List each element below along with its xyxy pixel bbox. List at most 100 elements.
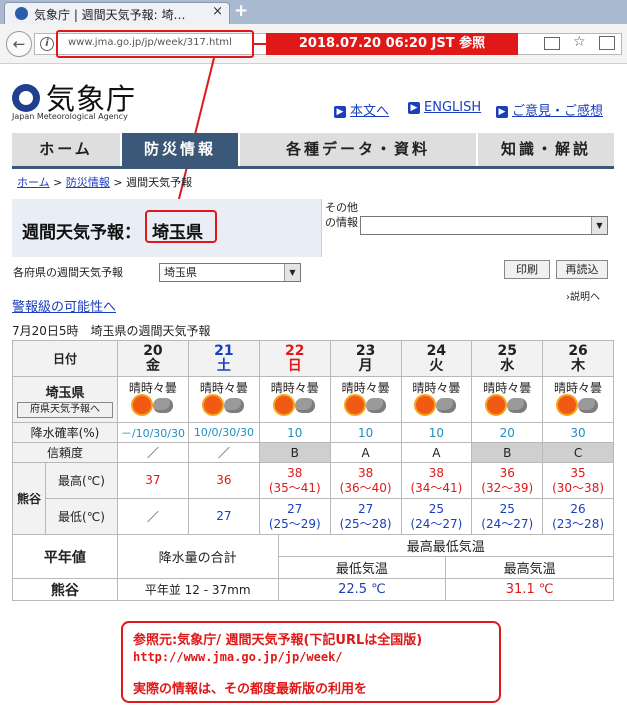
cloud-icon xyxy=(365,397,386,413)
page-title: 週間天気予報： xyxy=(22,223,141,243)
link-english[interactable]: ▶ ENGLISH xyxy=(408,100,481,115)
other-info-label: その他の情報 xyxy=(325,201,358,229)
day-header: 26 木 xyxy=(542,340,614,377)
normals-label: 平年値 xyxy=(12,534,118,579)
min-temp-cell: 25 (24～27) xyxy=(400,498,473,535)
pocket-icon[interactable] xyxy=(599,36,615,50)
breadcrumb: ホーム > 防災情報 > 週間天気予報 xyxy=(17,174,192,190)
print-button[interactable]: 印刷 xyxy=(504,260,550,279)
url-highlight-box xyxy=(56,30,254,58)
weather-cell: 晴時々曇 xyxy=(400,376,473,423)
new-tab-button[interactable]: + xyxy=(234,1,248,21)
reliability-cell: ／ xyxy=(187,442,260,463)
pop-cell: 10 xyxy=(329,422,402,443)
breadcrumb-bousai[interactable]: 防災情報 xyxy=(66,176,110,189)
jma-favicon-icon xyxy=(15,7,28,20)
max-temp-cell: 38 (35～41) xyxy=(258,462,331,499)
sun-icon xyxy=(416,396,435,414)
nav-home[interactable]: ホーム xyxy=(12,133,120,166)
breadcrumb-separator: > xyxy=(109,176,127,189)
arrow-right-icon: ▶ xyxy=(408,102,420,114)
pop-cell: 10 xyxy=(400,422,473,443)
breadcrumb-current: 週間天気予報 xyxy=(126,176,193,189)
link-feedback[interactable]: ▶ ご意見・ご感想 xyxy=(496,100,603,119)
jma-logo-icon[interactable] xyxy=(12,84,40,112)
max-temp-cell: 35 (30～38) xyxy=(542,462,614,499)
reader-view-icon[interactable] xyxy=(544,37,560,50)
reload-button[interactable]: 再読込 xyxy=(556,260,608,279)
pop-cell: 20 xyxy=(471,422,544,443)
reliability-cell: ／ xyxy=(116,442,189,463)
pref-forecast-button[interactable]: 府県天気予報へ xyxy=(16,401,113,418)
precip-header: 降水量の合計 xyxy=(116,534,279,579)
reliability-label: 信頼度 xyxy=(12,442,118,463)
notice-line-3: 実際の情報は、その都度最新版の利用を xyxy=(133,682,368,697)
link-main-content[interactable]: ▶ 本文へ xyxy=(334,100,389,119)
day-header: 20 金 xyxy=(116,340,189,377)
min-temp-normal: 22.5 ℃ xyxy=(277,578,447,601)
tab-title: 気象庁 | 週間天気予報: 埼… xyxy=(34,8,186,22)
max-temp-cell: 36 (32～39) xyxy=(471,462,544,499)
breadcrumb-home[interactable]: ホーム xyxy=(17,176,50,189)
city-label: 熊谷 xyxy=(12,462,46,535)
max-temp-header: 最高気温 xyxy=(445,556,614,579)
reference-date-annotation: 2018.07.20 06:20 JST 参照 xyxy=(266,33,518,55)
sun-icon xyxy=(132,396,151,414)
warning-link[interactable]: 警報級の可能性へ xyxy=(12,296,116,315)
weather-cell: 晴時々曇 xyxy=(329,376,402,423)
tab-close-icon[interactable]: × xyxy=(212,4,223,19)
max-temp-cell: 36 xyxy=(187,462,260,499)
day-header: 21 土 xyxy=(187,340,260,377)
nav-disaster-info[interactable]: 防災情報 xyxy=(122,133,238,166)
breadcrumb-separator: > xyxy=(49,176,66,189)
cloud-icon xyxy=(152,397,173,413)
chevron-down-icon: ▼ xyxy=(591,217,607,234)
min-temp-label: 最低(℃) xyxy=(44,498,118,535)
select-value: 埼玉県 xyxy=(164,266,197,279)
day-header: 25 水 xyxy=(471,340,544,377)
browser-tab[interactable]: 気象庁 | 週間天気予報: 埼… × xyxy=(4,2,230,24)
nav-data[interactable]: 各種データ・資料 xyxy=(240,133,476,166)
weather-cell: 晴時々曇 xyxy=(258,376,331,423)
bookmark-star-icon[interactable]: ☆ xyxy=(573,34,586,50)
pref-select[interactable]: 埼玉県 ▼ xyxy=(159,263,301,282)
weather-cell: 晴時々曇 xyxy=(116,376,189,423)
max-temp-cell: 37 xyxy=(116,462,189,499)
arrow-right-icon: ▶ xyxy=(334,106,346,118)
max-temp-cell: 38 (36～40) xyxy=(329,462,402,499)
notice-url: http://www.jma.go.jp/jp/week/ xyxy=(133,650,343,664)
pop-cell: －/10/30/30 xyxy=(116,422,189,443)
reliability-cell: C xyxy=(542,442,614,463)
logo-english: Japan Meteorological Agency xyxy=(12,112,128,121)
climate-normals-table: 平年値 降水量の合計 最高最低気温 最低気温 最高気温 熊谷 平年並 12 - … xyxy=(12,534,615,601)
link-label: ENGLISH xyxy=(424,100,482,115)
cloud-icon xyxy=(436,397,457,413)
weather-cell: 晴時々曇 xyxy=(542,376,614,423)
pop-cell: 10 xyxy=(258,422,331,443)
nav-underline xyxy=(12,166,614,169)
sun-icon xyxy=(487,396,506,414)
min-temp-cell: 26 (23～28) xyxy=(542,498,614,535)
day-header: 22 日 xyxy=(258,340,331,377)
pop-cell: 10/0/30/30 xyxy=(187,422,260,443)
normals-city: 熊谷 xyxy=(12,578,118,601)
min-temp-cell: 27 (25～28) xyxy=(329,498,402,535)
issued-time: 7月20日5時 埼玉県の週間天気予報 xyxy=(12,324,211,338)
nav-knowledge[interactable]: 知識・解説 xyxy=(478,133,614,166)
sun-icon xyxy=(345,396,364,414)
min-temp-cell: ／ xyxy=(116,498,189,535)
link-label: ご意見・ご感想 xyxy=(512,104,604,119)
help-link[interactable]: ›説明へ xyxy=(566,288,600,303)
min-temp-header: 最低気温 xyxy=(277,556,447,579)
other-info-select[interactable]: ▼ xyxy=(360,216,608,235)
reliability-cell: A xyxy=(329,442,402,463)
area-cell: 埼玉県 府県天気予報へ xyxy=(12,376,118,423)
main-nav: ホーム 防災情報 各種データ・資料 知識・解説 xyxy=(12,133,614,166)
max-temp-label: 最高(℃) xyxy=(44,462,118,499)
sun-icon xyxy=(274,396,293,414)
back-button[interactable]: ← xyxy=(6,31,32,57)
weather-cell: 晴時々曇 xyxy=(471,376,544,423)
reliability-cell: A xyxy=(400,442,473,463)
site-info-icon[interactable]: i xyxy=(40,37,54,51)
chevron-down-icon: ▼ xyxy=(284,264,300,281)
